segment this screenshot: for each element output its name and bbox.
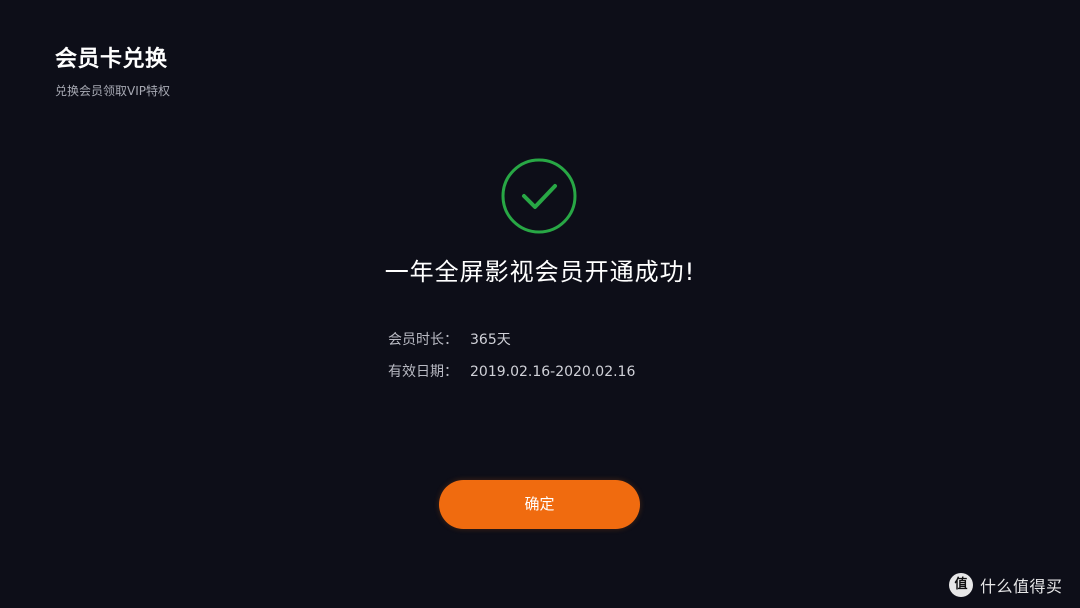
site-watermark: 值 什么值得买: [949, 571, 1063, 599]
detail-value: 2019.02.16-2020.02.16: [470, 364, 636, 380]
detail-label: 有效日期：: [388, 364, 458, 380]
detail-row-duration: 会员时长： 365天: [388, 326, 635, 358]
success-message: 一年全屏影视会员开通成功!: [384, 258, 696, 286]
page-header: 会员卡兑换 兑换会员领取VIP特权: [55, 44, 170, 100]
membership-details: 会员时长： 365天 有效日期： 2019.02.16-2020.02.16: [388, 326, 635, 390]
detail-value: 365天: [470, 332, 511, 348]
check-circle-icon: [501, 158, 577, 234]
watermark-text: 什么值得买: [980, 577, 1063, 596]
page-title: 会员卡兑换: [55, 47, 168, 72]
detail-row-validity: 有效日期： 2019.02.16-2020.02.16: [388, 358, 635, 390]
page-subtitle: 兑换会员领取VIP特权: [55, 84, 170, 98]
detail-label: 会员时长：: [388, 332, 458, 348]
watermark-logo-icon: 值: [949, 573, 973, 597]
confirm-button[interactable]: 确定: [439, 480, 640, 529]
